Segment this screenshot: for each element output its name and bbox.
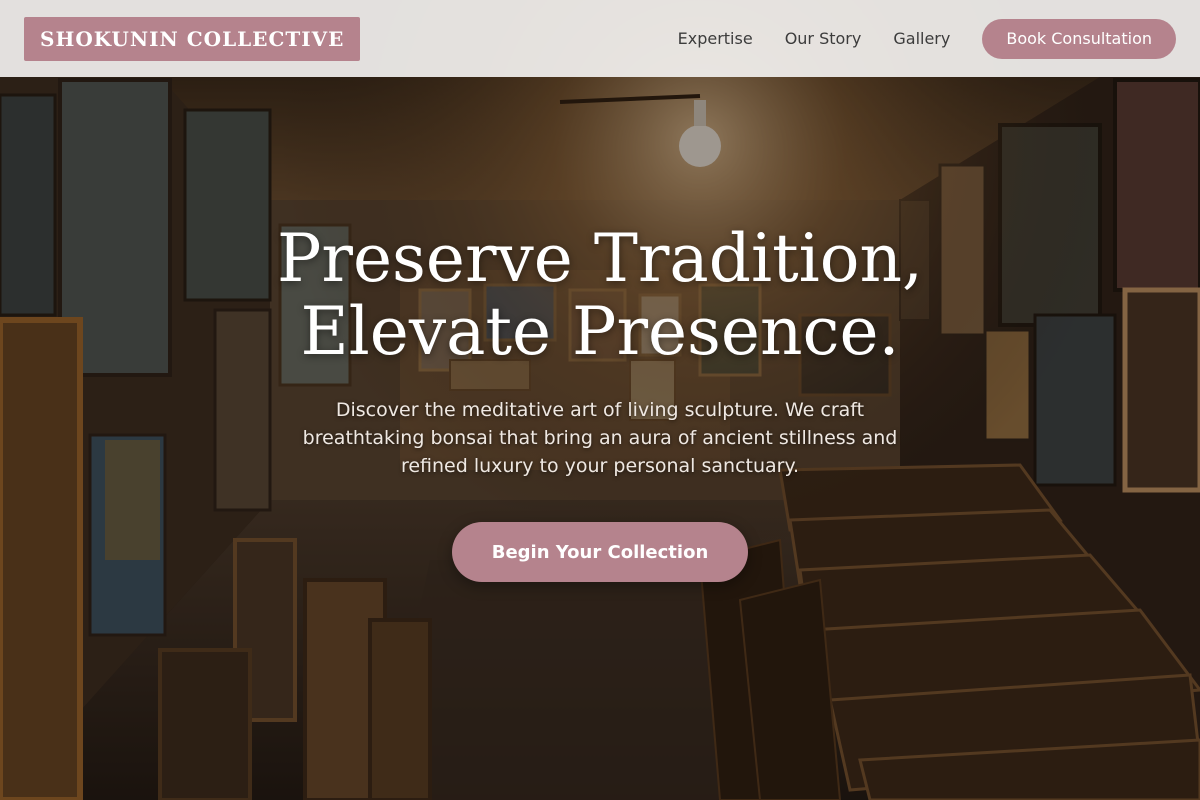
nav-link-gallery[interactable]: Gallery: [893, 29, 950, 48]
book-consultation-button[interactable]: Book Consultation: [982, 18, 1176, 59]
nav-link-expertise[interactable]: Expertise: [678, 29, 753, 48]
hero-subheadline: Discover the meditative art of living sc…: [302, 399, 898, 477]
begin-collection-button[interactable]: Begin Your Collection: [452, 522, 748, 582]
hero-content: Preserve Tradition, Elevate Presence. Di…: [0, 222, 1200, 582]
hero-headline: Preserve Tradition, Elevate Presence.: [277, 220, 923, 370]
top-navigation-bar: SHOKUNIN COLLECTIVE Expertise Our Story …: [0, 0, 1200, 77]
nav-link-our-story[interactable]: Our Story: [785, 29, 862, 48]
nav-links: Expertise Our Story Gallery Book Consult…: [646, 18, 1176, 59]
brand-logo[interactable]: SHOKUNIN COLLECTIVE: [24, 16, 361, 61]
